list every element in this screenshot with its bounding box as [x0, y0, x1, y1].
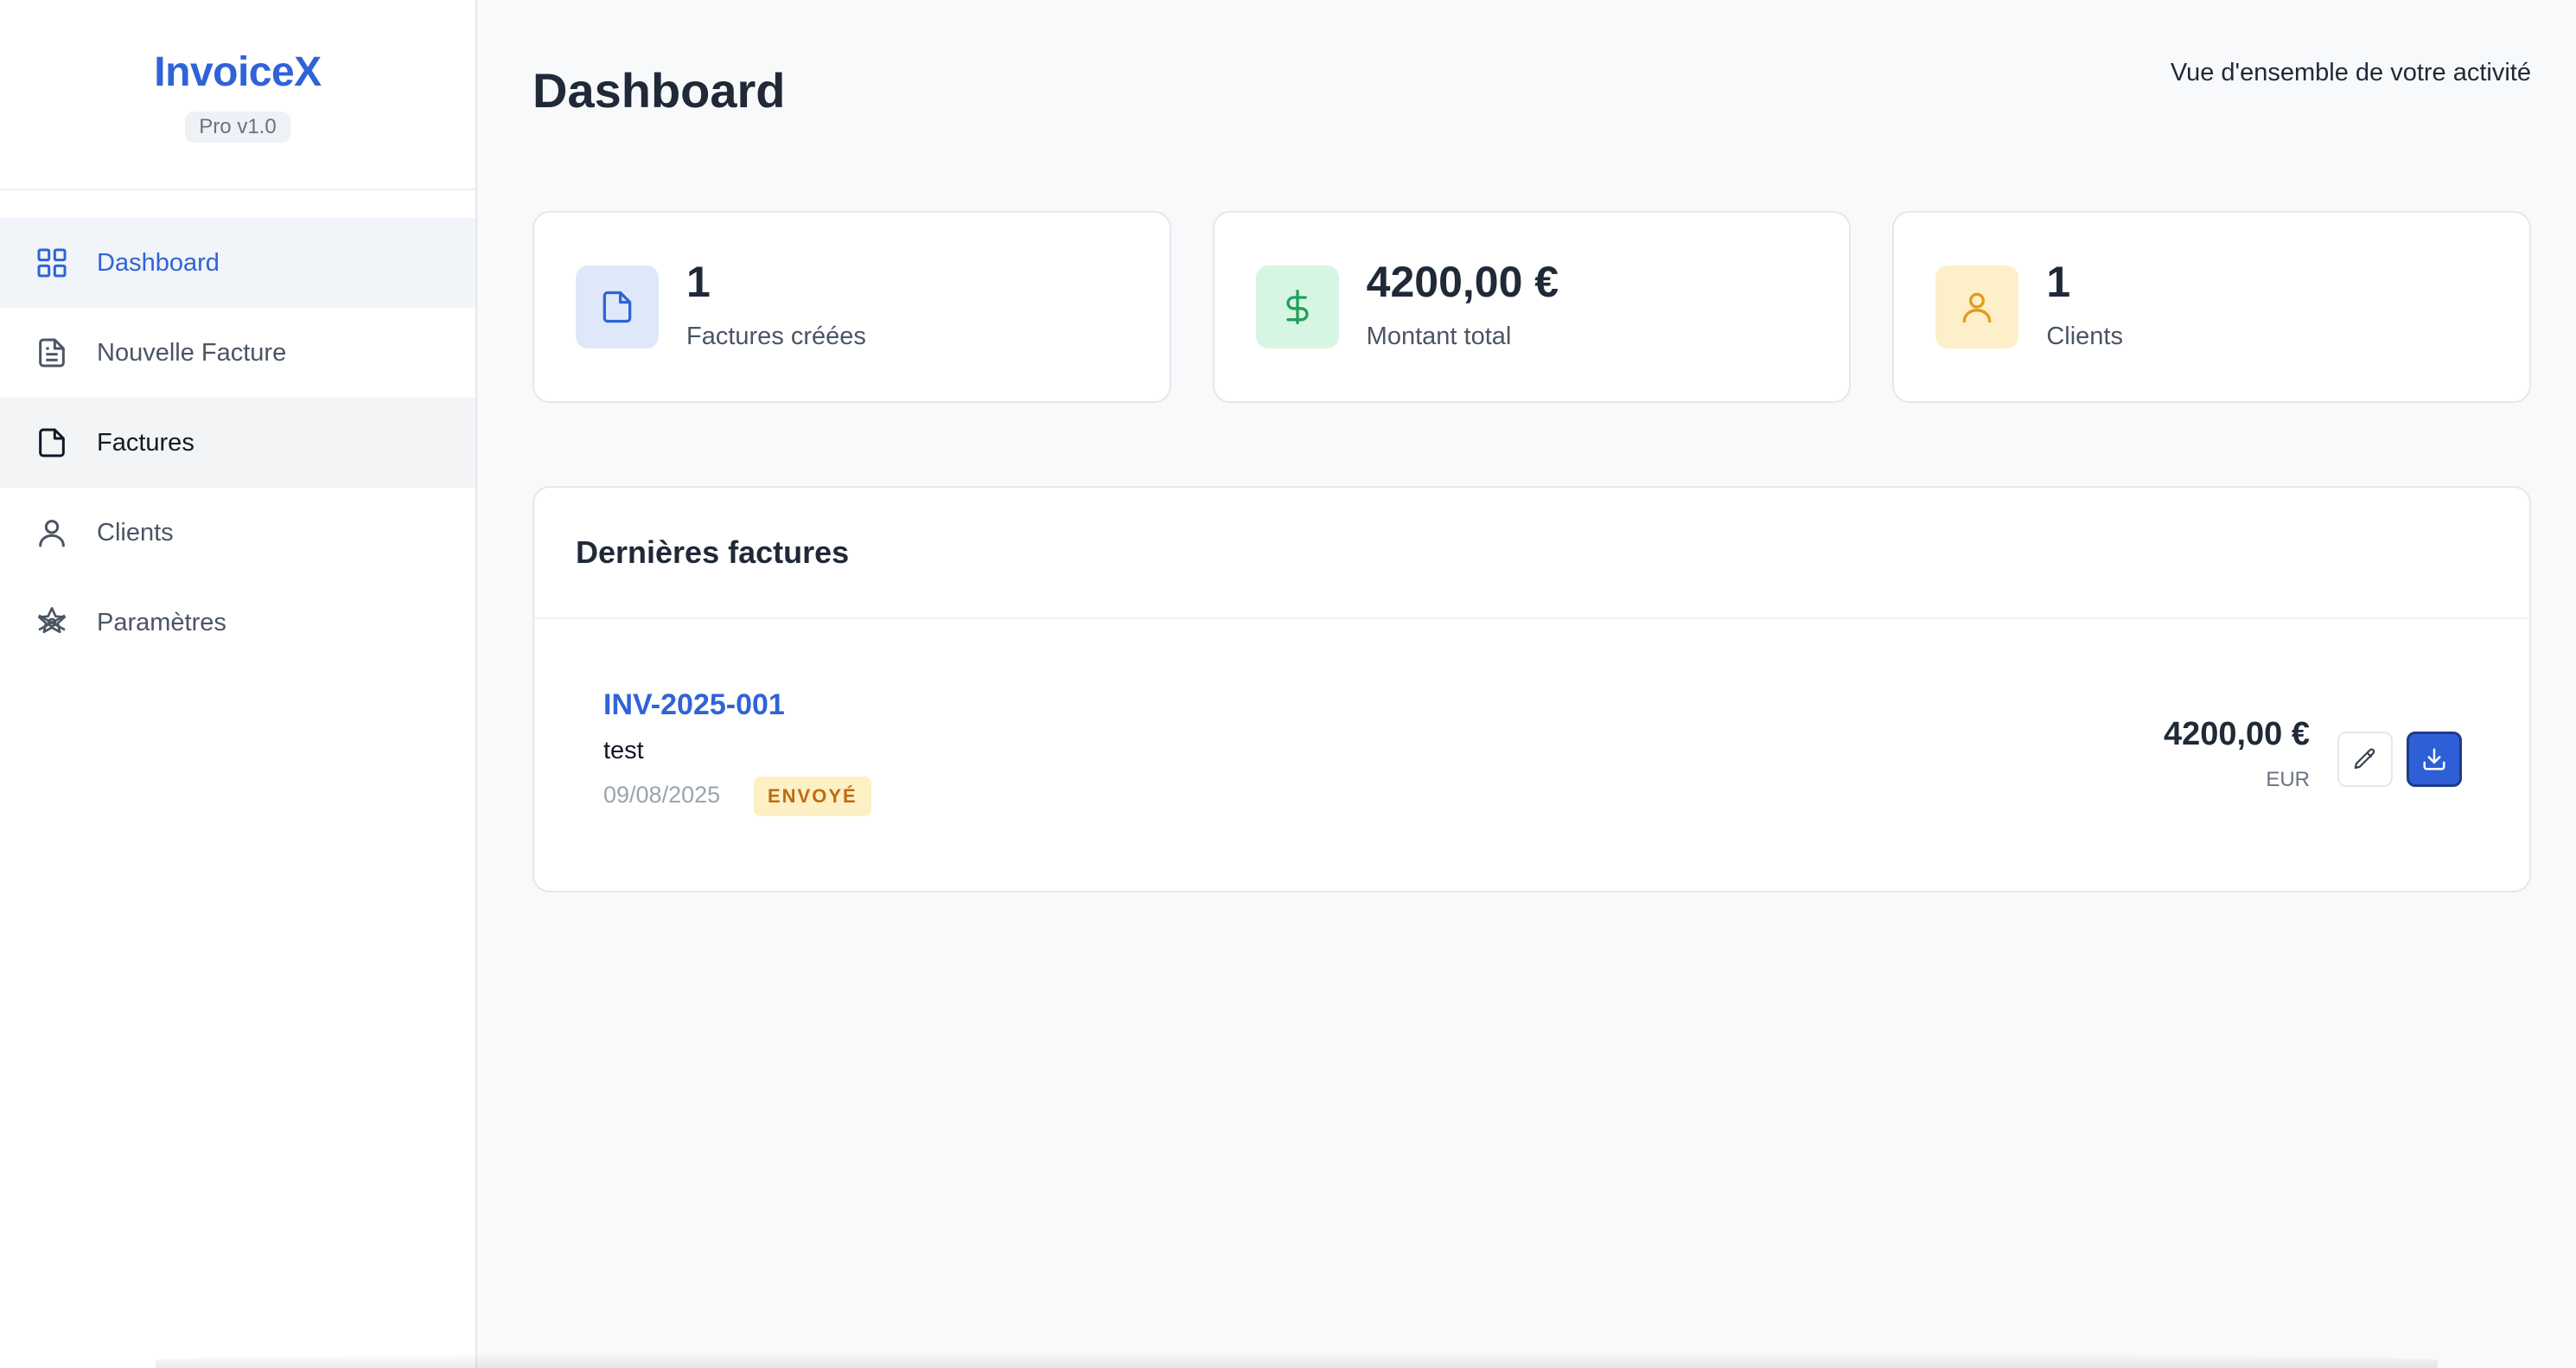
user-icon — [1935, 265, 2019, 348]
grid-icon — [37, 248, 67, 278]
page-subtitle: Vue d'ensemble de votre activité — [2170, 59, 2531, 86]
sidebar-item-new-invoice[interactable]: Nouvelle Facture — [0, 308, 475, 398]
sidebar-item-clients[interactable]: Clients — [0, 488, 475, 578]
edit-invoice-button[interactable] — [2337, 732, 2393, 787]
bottom-shadow — [156, 1352, 2438, 1368]
invoice-currency: EUR — [2266, 768, 2310, 791]
sidebar-item-label: Nouvelle Facture — [97, 338, 287, 367]
user-icon — [39, 520, 65, 547]
stat-label: Montant total — [1366, 322, 1512, 350]
stats-row: 1 Factures créées 4200,00 € Montant tota… — [532, 211, 2532, 403]
dollar-icon — [1255, 265, 1339, 348]
panel-title: Dernières factures — [576, 534, 850, 570]
stat-label: Factures créées — [686, 322, 866, 350]
invoice-client: test — [603, 737, 644, 764]
sidebar-item-label: Clients — [97, 518, 174, 547]
stat-value: 1 — [2046, 257, 2071, 306]
sidebar: InvoiceX Pro v1.0 Dashboard Nouvelle Fac… — [0, 0, 477, 1368]
document-icon — [39, 428, 65, 457]
invoice-amount: 4200,00 € — [2163, 716, 2310, 752]
stat-value: 4200,00 € — [1366, 257, 1559, 306]
sidebar-item-dashboard[interactable]: Dashboard — [0, 218, 475, 308]
stat-card-clients: 1 Clients — [1892, 211, 2532, 403]
brand-logo[interactable]: InvoiceX — [0, 48, 475, 96]
stat-label: Clients — [2046, 322, 2123, 350]
pencil-icon — [2354, 748, 2375, 770]
document-lines-icon — [39, 338, 65, 368]
invoice-row: INV-2025-001 test 09/08/2025 ENVOYÉ 4200… — [603, 688, 2462, 844]
panel-header: Dernières factures — [534, 488, 2529, 619]
version-badge: Pro v1.0 — [185, 112, 290, 143]
sidebar-item-label: Dashboard — [97, 248, 220, 277]
brand: InvoiceX Pro v1.0 — [0, 0, 475, 190]
sidebar-item-label: Paramètres — [97, 608, 226, 636]
download-icon — [2423, 748, 2445, 770]
stat-card-invoices: 1 Factures créées — [532, 211, 1171, 403]
recent-invoices-panel: Dernières factures INV-2025-001 test 09/… — [532, 486, 2531, 892]
download-invoice-button[interactable] — [2407, 732, 2462, 787]
sidebar-item-label: Factures — [97, 428, 194, 457]
invoice-date: 09/08/2025 — [603, 782, 721, 808]
sidebar-item-settings[interactable]: Paramètres — [0, 578, 475, 668]
document-icon — [576, 265, 659, 348]
stat-card-total-amount: 4200,00 € Montant total — [1212, 211, 1852, 403]
settings-star-icon — [38, 607, 66, 634]
sidebar-nav: Dashboard Nouvelle Facture Factures Clie… — [0, 218, 475, 668]
sidebar-item-invoices[interactable]: Factures — [0, 398, 475, 488]
invoice-number-link[interactable]: INV-2025-001 — [603, 688, 785, 722]
stat-value: 1 — [686, 257, 711, 306]
status-badge: ENVOYÉ — [754, 777, 871, 816]
page-title: Dashboard — [532, 63, 786, 118]
